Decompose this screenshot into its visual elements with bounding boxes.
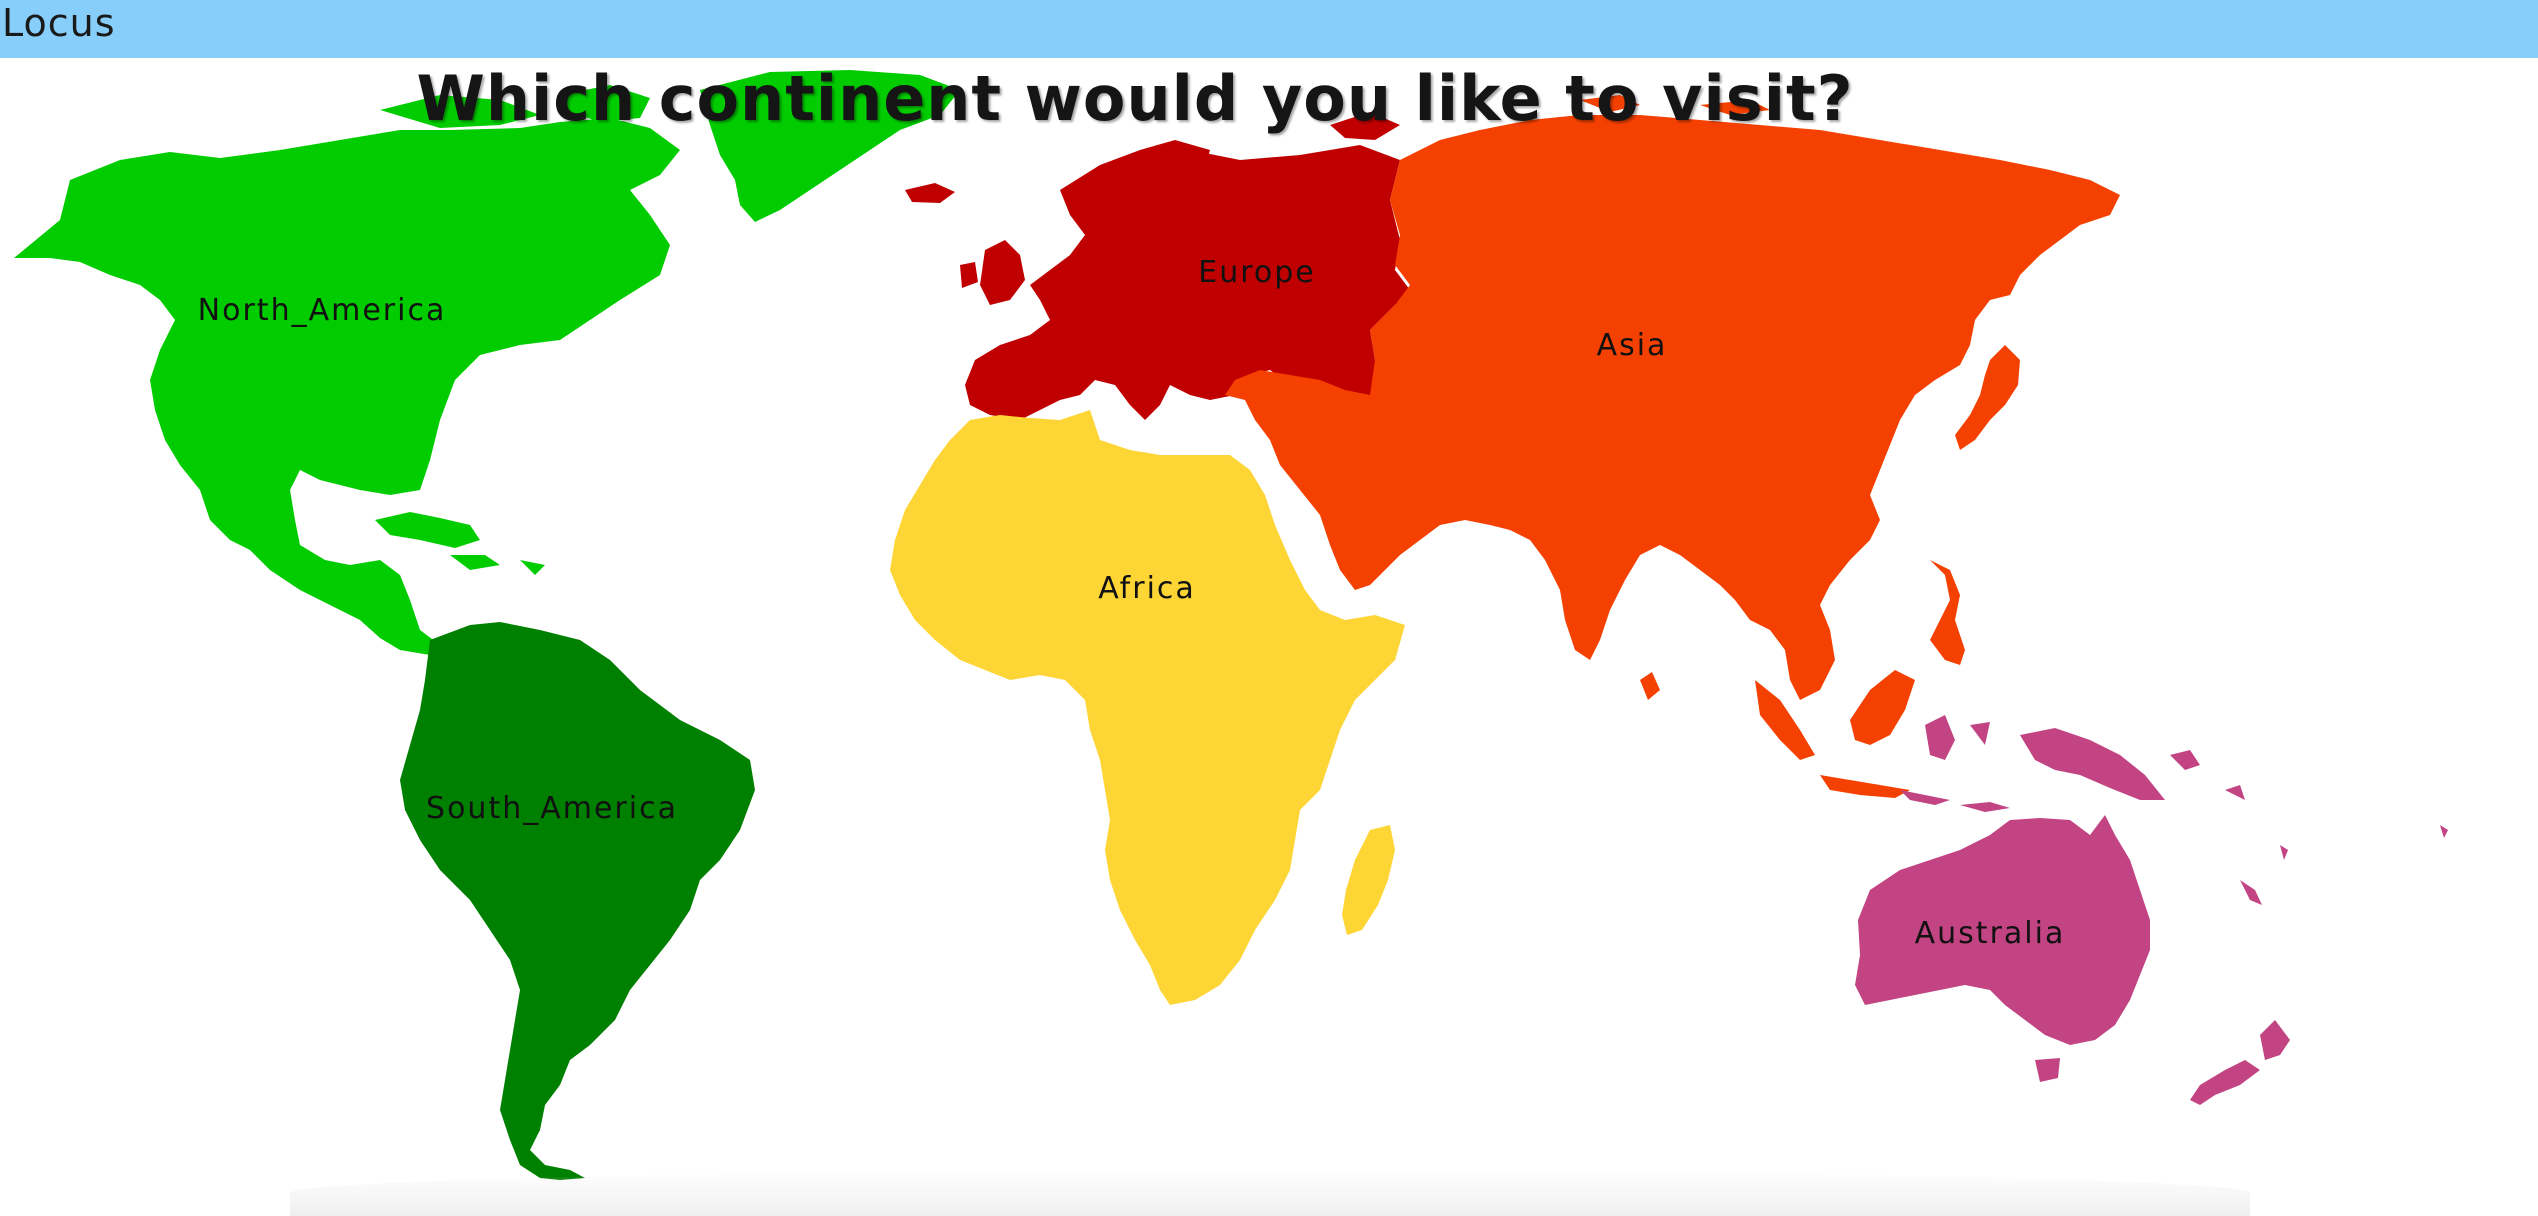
iceland[interactable] [905, 183, 955, 203]
japan[interactable] [1955, 345, 2020, 450]
continent-north-america[interactable] [14, 70, 960, 655]
south-america-mainland[interactable] [400, 622, 755, 1180]
north-america-mainland[interactable] [14, 118, 680, 655]
continent-europe[interactable] [905, 112, 1410, 420]
indonesia-east-islands[interactable] [1900, 715, 2010, 812]
sri-lanka[interactable] [1640, 672, 1660, 700]
british-isles[interactable] [960, 240, 1025, 305]
app-window: Locus North_America South_America Europe… [0, 0, 2538, 1216]
tasmania[interactable] [2035, 1058, 2060, 1082]
north-america-central-islands[interactable] [375, 512, 545, 575]
bottom-shadow [290, 1170, 2250, 1216]
europe-arctic-islands[interactable] [1330, 112, 1400, 140]
australia-mainland[interactable] [1855, 815, 2150, 1045]
world-map: North_America South_America Europe Asia … [14, 70, 2448, 1180]
new-guinea[interactable] [2020, 728, 2165, 800]
pacific-islands[interactable] [2170, 750, 2448, 905]
new-zealand[interactable] [2190, 1020, 2290, 1105]
continent-australia[interactable] [1855, 715, 2448, 1105]
asia-arctic-islands[interactable] [1580, 95, 1770, 115]
continent-south-america[interactable] [400, 622, 755, 1180]
madagascar[interactable] [1342, 825, 1395, 935]
